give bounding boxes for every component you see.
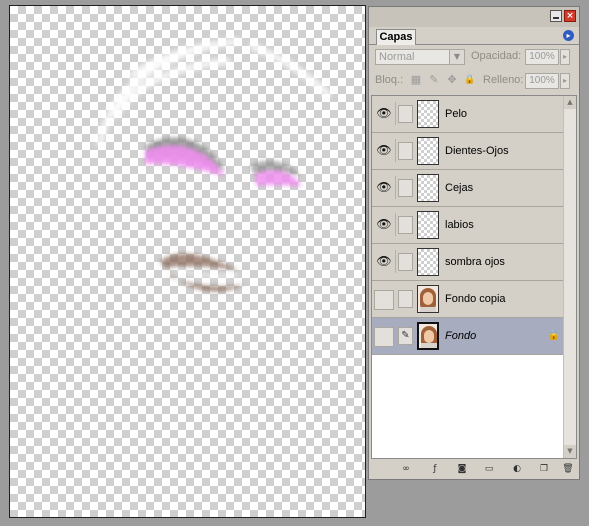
visibility-toggle[interactable]	[374, 327, 394, 347]
layer-name[interactable]: sombra ojos	[445, 256, 505, 268]
layer-row[interactable]: 👁 labios	[372, 207, 564, 244]
lock-icon: 🔒	[547, 330, 560, 341]
thumbnail-shirt	[420, 307, 436, 312]
link-toggle[interactable]	[398, 142, 413, 160]
layer-row[interactable]: 👁 Cejas	[372, 170, 564, 207]
link-toggle[interactable]	[398, 179, 413, 197]
layer-style-icon[interactable]: ƒ	[428, 463, 442, 476]
layer-name[interactable]: Fondo copia	[445, 293, 506, 305]
delete-layer-icon[interactable]: 🗑	[561, 463, 575, 476]
panel-titlebar[interactable]: ×	[369, 7, 579, 27]
close-button[interactable]: ×	[564, 10, 576, 22]
layer-name[interactable]: Dientes-Ojos	[445, 145, 509, 157]
panel-tab-row: Capas ▸	[369, 27, 579, 45]
fill-slider-button[interactable]: ▸	[560, 73, 570, 89]
scroll-down-button[interactable]: ▼	[564, 445, 576, 458]
layers-toolbar: ∞ ƒ ◙ ▭ ◐ ❐ 🗑	[369, 461, 579, 479]
layer-thumbnail[interactable]	[417, 322, 439, 350]
canvas-artwork	[97, 38, 333, 292]
eye-icon[interactable]: 👁	[373, 250, 396, 273]
layers-list: 👁 Pelo 👁 Dientes-Ojos 👁 Cejas 👁 labios 👁 sombra o…	[371, 95, 577, 459]
blend-mode-select[interactable]: Normal ▼	[375, 49, 465, 65]
link-layers-icon[interactable]: ∞	[399, 463, 413, 476]
layer-mask-icon[interactable]: ◙	[455, 463, 469, 476]
minimize-button[interactable]	[550, 10, 562, 22]
layer-row[interactable]: 👁 Dientes-Ojos	[372, 133, 564, 170]
eye-icon[interactable]: 👁	[373, 102, 396, 125]
layers-panel: × Capas ▸ Normal ▼ Opacidad: 100% ▸ Bloq…	[368, 6, 580, 480]
layer-row[interactable]: Fondo copia	[372, 281, 564, 318]
link-toggle[interactable]	[398, 253, 413, 271]
adjustment-layer-icon[interactable]: ◐	[510, 463, 524, 476]
hair-highlights	[97, 38, 333, 147]
tab-layers[interactable]: Capas	[376, 29, 416, 45]
chevron-down-icon: ▼	[449, 50, 464, 64]
new-group-icon[interactable]: ▭	[482, 463, 496, 476]
brush-icon[interactable]: ✎	[398, 327, 413, 345]
layer-thumbnail[interactable]	[417, 211, 439, 239]
layer-name[interactable]: labios	[445, 219, 474, 231]
fill-label: Relleno:	[483, 74, 524, 86]
panel-menu-icon[interactable]: ▸	[563, 30, 574, 41]
layer-thumbnail[interactable]	[417, 100, 439, 128]
lock-transparent-icon[interactable]: ▦	[409, 73, 423, 87]
opacity-slider-button[interactable]: ▸	[560, 49, 570, 65]
layer-name[interactable]: Fondo	[445, 330, 476, 342]
lips	[160, 253, 245, 292]
layer-name[interactable]: Pelo	[445, 108, 467, 120]
document-canvas[interactable]	[9, 5, 366, 518]
link-toggle[interactable]	[398, 216, 413, 234]
layer-thumbnail[interactable]	[417, 174, 439, 202]
layer-name[interactable]: Cejas	[445, 182, 473, 194]
thumbnail-face	[423, 292, 433, 305]
layer-row[interactable]: 👁 Pelo	[372, 96, 564, 133]
eye-icon[interactable]: 👁	[373, 139, 396, 162]
layers-scrollbar[interactable]: ▲ ▼	[563, 96, 576, 458]
thumbnail-shirt	[421, 343, 437, 348]
new-layer-icon[interactable]: ❐	[537, 463, 551, 476]
layer-row[interactable]: 👁 sombra ojos	[372, 244, 564, 281]
blend-mode-value: Normal	[379, 51, 415, 63]
fill-field[interactable]: 100%	[525, 73, 559, 89]
eye-icon[interactable]: 👁	[373, 213, 396, 236]
layer-thumbnail[interactable]	[417, 137, 439, 165]
visibility-toggle[interactable]	[374, 290, 394, 310]
link-toggle[interactable]	[398, 105, 413, 123]
lock-all-icon[interactable]: 🔒	[463, 73, 477, 87]
layer-thumbnail[interactable]	[417, 285, 439, 313]
opacity-label: Opacidad:	[471, 50, 522, 62]
opacity-field[interactable]: 100%	[525, 49, 559, 65]
lock-move-icon[interactable]: ✥	[445, 73, 459, 87]
layer-thumbnail[interactable]	[417, 248, 439, 276]
layer-row[interactable]: ✎ Fondo 🔒	[372, 318, 564, 355]
eye-icon[interactable]: 👁	[373, 176, 396, 199]
scroll-up-button[interactable]: ▲	[564, 96, 576, 109]
thumbnail-face	[424, 330, 434, 343]
lock-label: Bloq.:	[375, 74, 404, 86]
lock-paint-icon[interactable]: ✎	[427, 73, 441, 87]
link-toggle[interactable]	[398, 290, 413, 308]
